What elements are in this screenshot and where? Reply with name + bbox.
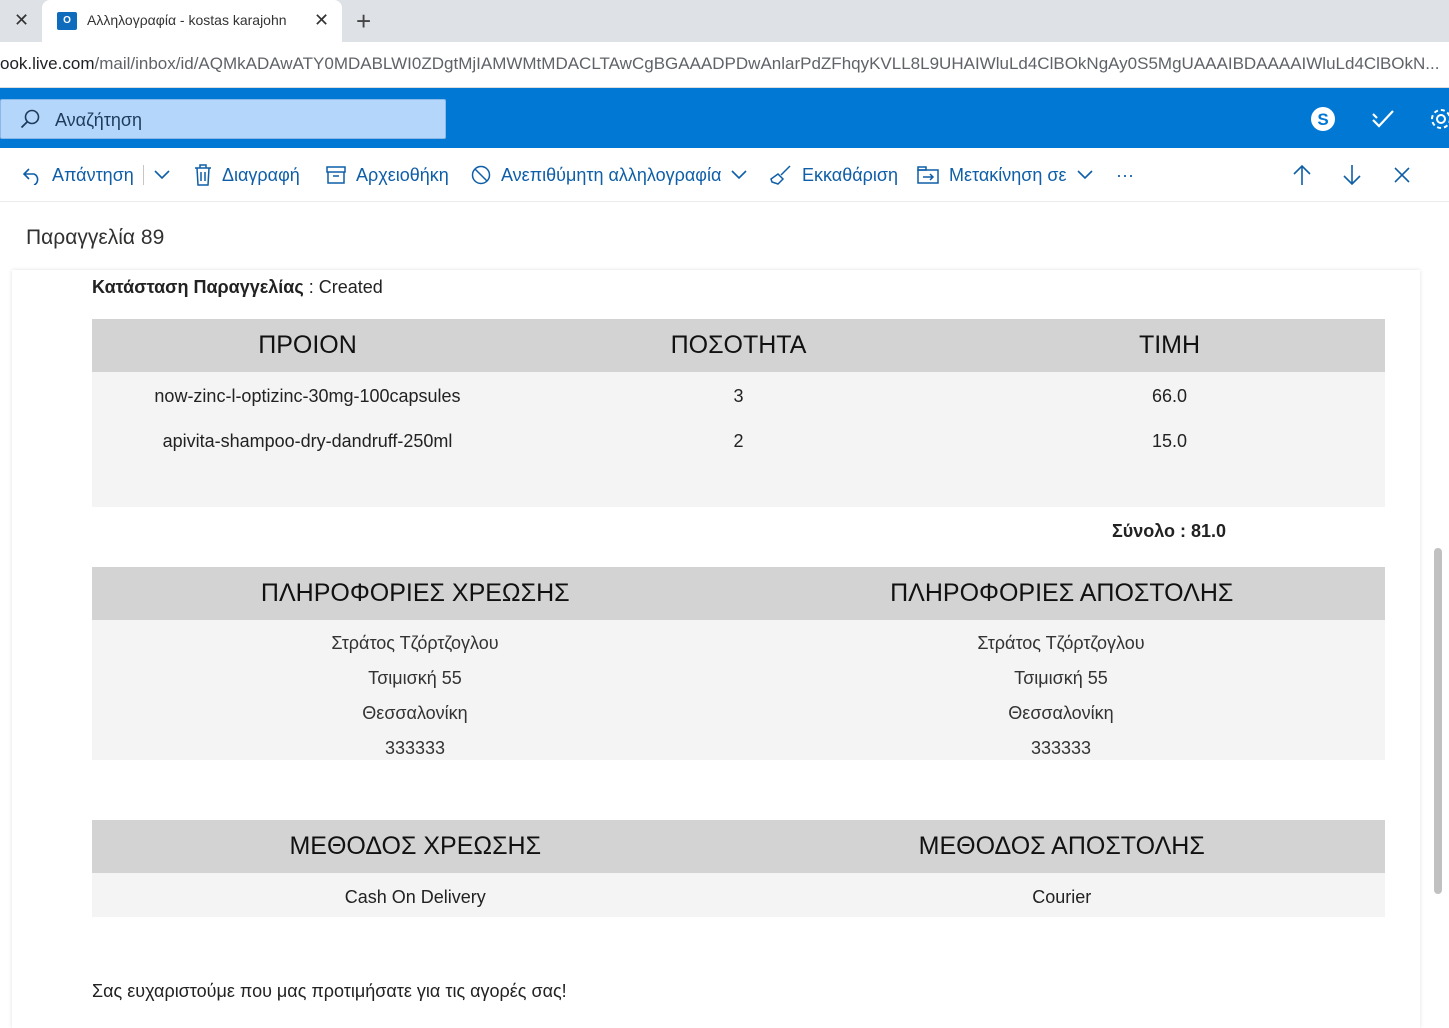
next-message-button[interactable]	[1342, 162, 1372, 188]
table-row: apivita-shampoo-dry-dandruff-250ml 2 15.…	[92, 417, 1385, 462]
todo-check-icon[interactable]	[1370, 106, 1396, 132]
block-icon	[471, 165, 491, 185]
move-label: Μετακίνηση σε	[949, 164, 1067, 185]
search-box[interactable]	[0, 99, 446, 139]
close-message-button[interactable]	[1393, 162, 1421, 188]
table-row: Cash On Delivery Courier	[92, 873, 1385, 917]
delete-label: Διαγραφή	[222, 164, 300, 185]
junk-label: Ανεπιθύμητη αλληλογραφία	[501, 164, 722, 185]
url-text[interactable]: ook.live.com/mail/inbox/id/AQMkADAwATY0M…	[0, 54, 1449, 74]
products-table-header: ΠΡΟΙΟΝ ΠΟΣΟΤΗΤΑ ΤΙΜΗ	[92, 319, 1385, 372]
more-actions-button[interactable]: ···	[1116, 162, 1134, 188]
reply-label: Απάντηση	[52, 164, 134, 185]
billing-method-value: Cash On Delivery	[344, 887, 486, 907]
address-bar[interactable]: ook.live.com/mail/inbox/id/AQMkADAwATY0M…	[0, 42, 1449, 88]
skype-icon[interactable]: S	[1310, 106, 1336, 132]
shipping-postcode: 333333	[1030, 738, 1092, 758]
svg-text:S: S	[1317, 110, 1328, 129]
reply-icon	[22, 168, 39, 185]
reading-pane: Κατάσταση Παραγγελίας : Created ΠΡΟΙΟΝ Π…	[12, 270, 1420, 1028]
chevron-down-icon	[731, 170, 747, 180]
close-tab-icon[interactable]: ✕	[314, 10, 329, 31]
search-icon	[20, 109, 40, 129]
product-price: 15.0	[1151, 431, 1188, 451]
product-price: 66.0	[1151, 386, 1188, 406]
command-bar: Απάντηση Διαγραφή Αρχειοθήκη Ανεπιθύμητη…	[0, 148, 1449, 202]
previous-tab[interactable]: ✕	[0, 0, 42, 42]
shipping-street: Τσιμισκή 55	[1014, 668, 1108, 688]
shipping-address: Στράτος Τζόρτζογλου Τσιμισκή 55 Θεσσαλον…	[738, 620, 1384, 760]
order-status: Κατάσταση Παραγγελίας : Created	[92, 277, 383, 298]
outlook-header: S	[0, 88, 1449, 148]
arrow-down-icon	[1343, 165, 1361, 186]
close-icon	[1394, 167, 1410, 183]
move-to-button[interactable]: Μετακίνηση σε	[917, 162, 1093, 188]
delete-button[interactable]: Διαγραφή	[194, 162, 300, 188]
junk-button[interactable]: Ανεπιθύμητη αλληλογραφία	[471, 162, 747, 188]
reading-pane-scrollbar[interactable]	[1430, 270, 1449, 1028]
methods-header: ΜΕΘΟΔΟΣ ΧΡΕΩΣΗΣ ΜΕΘΟΔΟΣ ΑΠΟΣΤΟΛΗΣ	[92, 820, 1385, 873]
archive-button[interactable]: Αρχειοθήκη	[326, 162, 449, 188]
thank-you-text: Σας ευχαριστούμε που μας προτιμήσατε για…	[92, 981, 567, 1001]
sweep-button[interactable]: Εκκαθάριση	[770, 162, 898, 188]
address-info-table: ΠΛΗΡΟΦΟΡΙΕΣ ΧΡΕΩΣΗΣ ΠΛΗΡΟΦΟΡΙΕΣ ΑΠΟΣΤΟΛΗ…	[92, 567, 1385, 760]
chevron-down-icon	[1076, 170, 1093, 180]
active-tab[interactable]: O Αλληλογραφία - kostas karajohn ✕	[42, 0, 342, 42]
command-separator	[143, 165, 144, 185]
reply-button[interactable]: Απάντηση	[22, 162, 134, 188]
close-tab-icon[interactable]: ✕	[14, 10, 29, 31]
trash-icon	[195, 164, 211, 186]
search-input[interactable]	[55, 108, 435, 132]
table-row: now-zinc-l-optizinc-30mg-100capsules 3 6…	[92, 372, 1385, 417]
previous-message-button[interactable]	[1292, 162, 1322, 188]
url-path: /mail/inbox/id/AQMkADAwATY0MDABLWI0ZDgtM…	[94, 54, 1440, 73]
new-tab-icon[interactable]: +	[356, 6, 371, 37]
shipping-method-header: ΜΕΘΟΔΟΣ ΑΠΟΣΤΟΛΗΣ	[918, 832, 1205, 860]
broom-icon	[770, 165, 791, 185]
shipping-name: Στράτος Τζόρτζογλου	[977, 633, 1145, 653]
tab-title: Αλληλογραφία - kostas karajohn	[87, 12, 287, 28]
billing-city: Θεσσαλονίκη	[362, 703, 468, 723]
billing-method-header: ΜΕΘΟΔΟΣ ΧΡΕΩΣΗΣ	[289, 832, 542, 860]
shipping-method-value: Courier	[1032, 887, 1092, 907]
product-name: now-zinc-l-optizinc-30mg-100capsules	[154, 386, 461, 406]
order-status-value: : Created	[303, 277, 383, 297]
sweep-label: Εκκαθάριση	[802, 164, 898, 185]
billing-postcode: 333333	[384, 738, 446, 758]
more-label: ···	[1116, 164, 1134, 185]
column-header: ΠΟΣΟΤΗΤΑ	[670, 331, 807, 359]
order-total: Σύνολο : 81.0	[1111, 521, 1227, 541]
address-info-header: ΠΛΗΡΟΦΟΡΙΕΣ ΧΡΕΩΣΗΣ ΠΛΗΡΟΦΟΡΙΕΣ ΑΠΟΣΤΟΛΗ…	[92, 567, 1385, 620]
products-table: ΠΡΟΙΟΝ ΠΟΣΟΤΗΤΑ ΤΙΜΗ now-zinc-l-optizinc…	[92, 319, 1385, 541]
archive-icon	[326, 166, 346, 184]
url-host: ook.live.com	[0, 54, 95, 73]
billing-address: Στράτος Τζόρτζογλου Τσιμισκή 55 Θεσσαλον…	[92, 620, 738, 760]
browser-tab-strip: ✕ O Αλληλογραφία - kostas karajohn ✕ +	[0, 0, 1449, 42]
product-name: apivita-shampoo-dry-dandruff-250ml	[162, 431, 453, 451]
billing-info-header: ΠΛΗΡΟΦΟΡΙΕΣ ΧΡΕΩΣΗΣ	[260, 579, 570, 607]
message-subject: Παραγγελία 89	[26, 226, 165, 249]
billing-street: Τσιμισκή 55	[368, 668, 462, 688]
column-header: ΠΡΟΙΟΝ	[258, 331, 357, 359]
methods-table: ΜΕΘΟΔΟΣ ΧΡΕΩΣΗΣ ΜΕΘΟΔΟΣ ΑΠΟΣΤΟΛΗΣ Cash O…	[92, 820, 1385, 917]
arrow-up-icon	[1293, 164, 1311, 185]
archive-label: Αρχειοθήκη	[356, 164, 449, 185]
chevron-down-icon	[154, 170, 170, 180]
settings-gear-icon[interactable]	[1428, 106, 1449, 132]
shipping-city: Θεσσαλονίκη	[1008, 703, 1114, 723]
move-icon	[917, 166, 939, 184]
order-status-label: Κατάσταση Παραγγελίας	[92, 277, 304, 297]
product-quantity: 2	[733, 431, 744, 451]
outlook-favicon-icon: O	[57, 12, 77, 30]
column-header: ΤΙΜΗ	[1138, 331, 1201, 359]
reply-options-button[interactable]	[154, 162, 180, 188]
shipping-info-header: ΠΛΗΡΟΦΟΡΙΕΣ ΑΠΟΣΤΟΛΗΣ	[890, 579, 1234, 607]
scrollbar-thumb[interactable]	[1434, 548, 1442, 894]
billing-name: Στράτος Τζόρτζογλου	[331, 633, 499, 653]
product-quantity: 3	[733, 386, 744, 406]
